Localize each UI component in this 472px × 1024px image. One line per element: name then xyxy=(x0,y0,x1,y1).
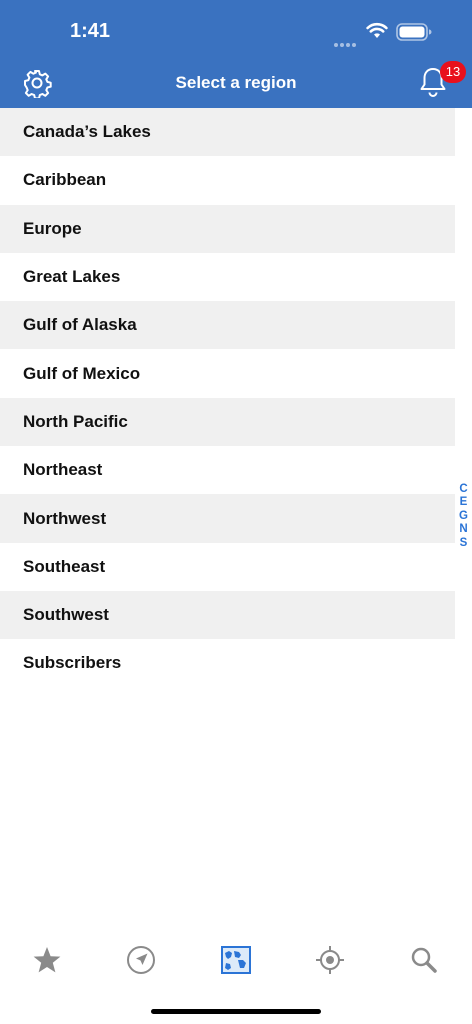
navigation-header: 1:41 Select a region 13 xyxy=(0,0,472,108)
battery-icon xyxy=(396,23,432,41)
index-letter[interactable]: G xyxy=(455,510,472,523)
index-letter[interactable]: E xyxy=(455,496,472,509)
region-row[interactable]: Northeast xyxy=(0,446,455,494)
star-icon[interactable] xyxy=(30,943,64,977)
region-row[interactable]: Southeast xyxy=(0,543,455,591)
notification-badge: 13 xyxy=(440,61,466,83)
region-row[interactable]: Great Lakes xyxy=(0,253,455,301)
region-row[interactable]: Gulf of Mexico xyxy=(0,349,455,397)
search-icon[interactable] xyxy=(407,943,441,977)
index-letter[interactable]: C xyxy=(455,483,472,496)
region-row[interactable]: Subscribers xyxy=(0,639,455,687)
map-icon[interactable] xyxy=(219,943,253,977)
cellular-signal-icon xyxy=(334,34,358,52)
index-letter[interactable]: S xyxy=(455,537,472,550)
region-list: Canada’s Lakes Caribbean Europe Great La… xyxy=(0,108,455,688)
location-target-icon[interactable] xyxy=(313,943,347,977)
home-indicator xyxy=(151,1009,321,1014)
status-time: 1:41 xyxy=(70,20,111,42)
region-row[interactable]: Canada’s Lakes xyxy=(0,108,455,157)
region-row[interactable]: Northwest xyxy=(0,494,455,543)
region-row[interactable]: Gulf of Alaska xyxy=(0,301,455,350)
region-row[interactable]: Caribbean xyxy=(0,156,455,204)
section-index[interactable]: C E G N S xyxy=(455,483,472,550)
page-title: Select a region xyxy=(175,73,297,92)
tab-bar xyxy=(0,935,472,985)
wifi-icon xyxy=(366,22,388,38)
navigation-arrow-icon[interactable] xyxy=(124,943,158,977)
region-row[interactable]: Europe xyxy=(0,204,455,253)
index-letter[interactable]: N xyxy=(455,523,472,536)
region-row[interactable]: North Pacific xyxy=(0,397,455,447)
region-row[interactable]: Southwest xyxy=(0,590,455,640)
